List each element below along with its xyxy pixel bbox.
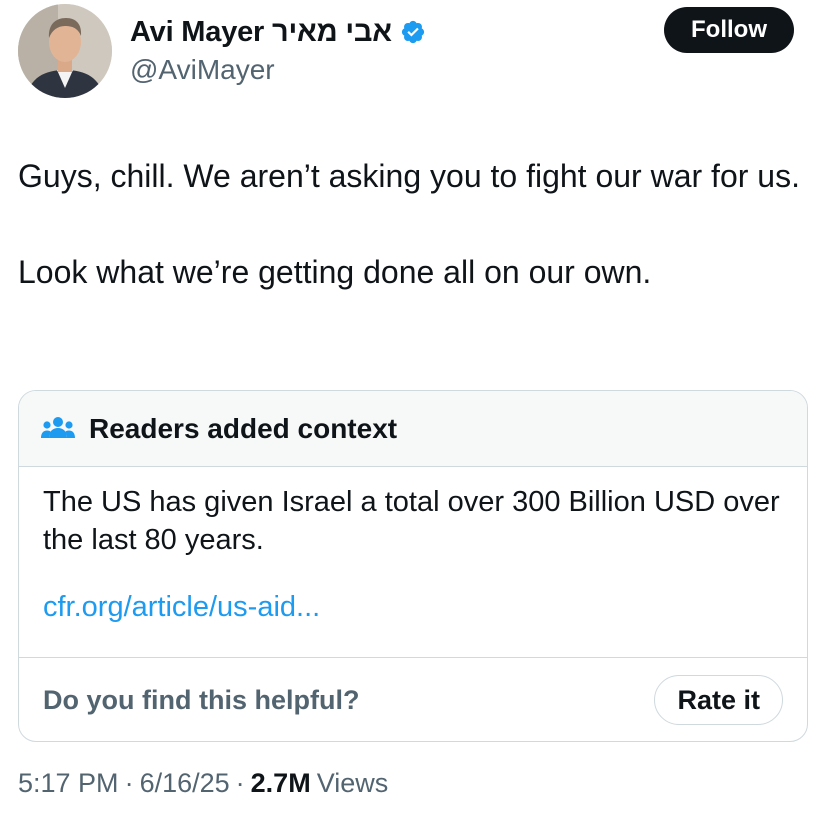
verified-badge-icon — [400, 19, 426, 45]
avatar[interactable] — [18, 4, 112, 98]
views-count: 2.7M — [250, 768, 311, 798]
tweet-time[interactable]: 5:17 PM — [18, 768, 119, 799]
tweet-paragraph: Look what we’re getting done all on our … — [18, 254, 652, 290]
views-label: Views — [316, 768, 389, 798]
tweet-date[interactable]: 6/16/25 — [140, 768, 230, 799]
profile-photo-icon — [18, 4, 112, 98]
community-note-header: Readers added context — [19, 391, 807, 467]
meta-separator: · — [124, 768, 134, 798]
author-handle[interactable]: @AviMayer — [130, 54, 275, 86]
meta-separator: · — [235, 768, 245, 798]
rate-it-button[interactable]: Rate it — [654, 675, 783, 725]
community-note-body: The US has given Israel a total over 300… — [19, 467, 807, 658]
follow-button[interactable]: Follow — [664, 7, 794, 53]
author-display-name[interactable]: Avi Mayer אבי מאיר — [130, 16, 392, 49]
tweet-meta: 5:17 PM · 6/16/25 · 2.7M Views — [18, 768, 388, 799]
author-name-row: Avi Mayer אבי מאיר — [130, 12, 426, 52]
community-note-text: The US has given Israel a total over 300… — [43, 486, 780, 556]
community-note-footer: Do you find this helpful? Rate it — [19, 658, 807, 741]
community-note: Readers added context The US has given I… — [18, 390, 808, 742]
helpful-question: Do you find this helpful? — [43, 684, 360, 715]
tweet-paragraph: Guys, chill. We aren’t asking you to fig… — [18, 158, 800, 194]
tweet-text: Guys, chill. We aren’t asking you to fig… — [18, 152, 808, 296]
community-note-source-link[interactable]: cfr.org/article/us-aid... — [43, 591, 783, 624]
community-note-title: Readers added context — [89, 412, 398, 444]
people-icon — [41, 416, 75, 442]
